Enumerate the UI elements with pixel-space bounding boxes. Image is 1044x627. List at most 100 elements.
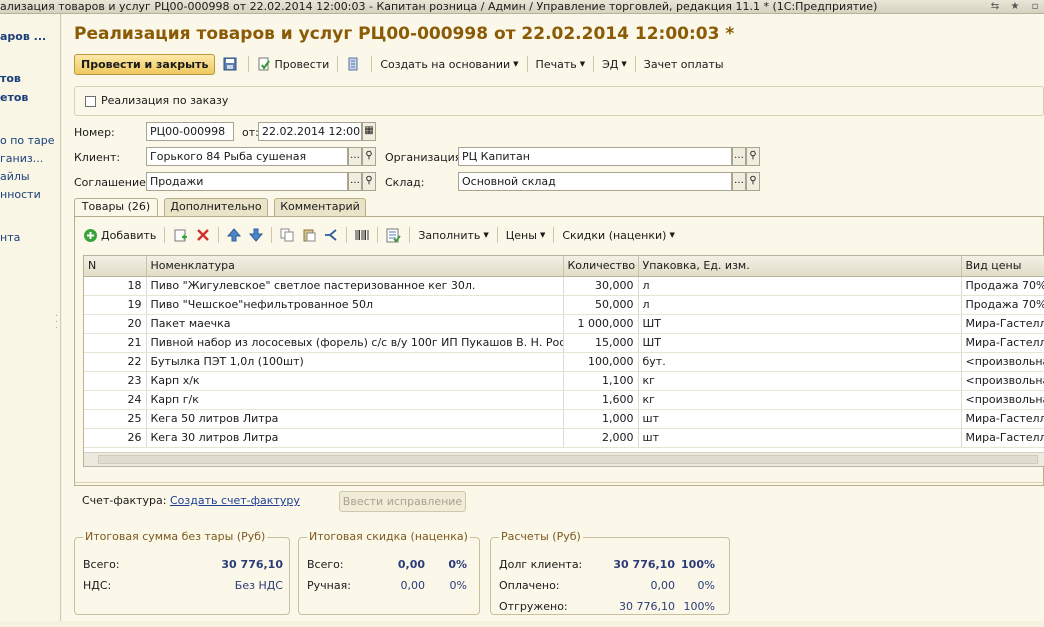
discount-total-percent: 0% — [448, 558, 467, 571]
horizontal-scrollbar[interactable] — [84, 452, 1044, 466]
column-header-unit[interactable]: Упаковка, Ед. изм. — [638, 256, 962, 277]
paste-button[interactable] — [302, 228, 316, 242]
by-order-checkbox[interactable] — [85, 96, 96, 107]
barcode-button[interactable] — [355, 228, 369, 242]
page-title: Реализация товаров и услуг РЦ00-000998 о… — [74, 24, 735, 44]
row-unit: кг — [638, 371, 962, 391]
sidebar-item-5[interactable]: айлы — [0, 170, 30, 183]
create-based-on-label: Создать на основании — [380, 57, 511, 71]
prices-button[interactable]: Цены ▼ — [506, 229, 546, 242]
row-quantity: 2,000 — [563, 428, 639, 448]
goods-panel: Добавить Заполнить ▼ Цены ▼ Скидки (наце… — [74, 216, 1044, 486]
client-debt-label: Долг клиента: — [499, 558, 583, 571]
fill-button[interactable]: Заполнить ▼ — [418, 229, 488, 242]
invoice-label: Счет-фактура: — [82, 494, 167, 507]
create-invoice-link[interactable]: Создать счет-фактуру — [170, 494, 300, 507]
arrow-down-icon — [249, 228, 264, 242]
star-icon[interactable]: ★ — [1006, 0, 1024, 13]
organization-select-button[interactable]: … — [732, 147, 746, 166]
tab-goods[interactable]: Товары (26) — [74, 198, 158, 217]
row-price-type: <произвольная — [961, 371, 1044, 391]
calendar-icon[interactable]: ▦ — [362, 122, 376, 141]
tab-comment[interactable]: Комментарий — [274, 198, 366, 216]
toolbar-separator — [409, 227, 411, 243]
toolbar-separator — [593, 56, 595, 72]
agreement-select-button[interactable]: … — [348, 172, 362, 191]
agreement-field[interactable]: Продажи — [146, 172, 348, 191]
sidebar-item-6[interactable]: нности — [0, 188, 41, 201]
move-up-button[interactable] — [227, 228, 242, 242]
table-row[interactable]: 24 Карп г/к 1,600 кг <произвольная — [84, 390, 1044, 410]
row-item: Бутылка ПЭТ 1,0л (100шт) — [146, 352, 564, 372]
column-header-price-type[interactable]: Вид цены — [961, 256, 1044, 277]
client-select-button[interactable]: … — [348, 147, 362, 166]
scrollbar-thumb[interactable] — [98, 455, 1038, 464]
manual-discount-value: 0,00 — [400, 579, 426, 592]
warehouse-select-button[interactable]: … — [732, 172, 746, 191]
table-row[interactable]: 25 Кега 50 литров Литра 1,000 шт Мира-Га… — [84, 409, 1044, 429]
create-based-on-button[interactable]: Создать на основании ▼ — [380, 58, 518, 71]
delete-icon — [197, 229, 210, 241]
row-number: 21 — [84, 333, 147, 353]
client-open-icon[interactable]: ⚲ — [362, 147, 376, 166]
organization-field[interactable]: РЦ Капитан — [458, 147, 732, 166]
table-row[interactable]: 20 Пакет маечка 1 000,000 ШТ Мира-Гастел… — [84, 314, 1044, 334]
column-header-item[interactable]: Номенклатура — [146, 256, 564, 277]
post-button[interactable]: Провести — [257, 57, 329, 71]
agreement-open-icon[interactable]: ⚲ — [362, 172, 376, 191]
selection-button[interactable] — [386, 228, 402, 243]
warehouse-open-icon[interactable]: ⚲ — [746, 172, 760, 191]
paid-label: Оплачено: — [499, 579, 560, 592]
favorites-icon[interactable]: ⇆ — [986, 0, 1004, 13]
number-field[interactable]: РЦ00-000998 — [146, 122, 234, 141]
row-item: Кега 30 литров Литра — [146, 428, 564, 448]
print-button[interactable]: Печать ▼ — [536, 58, 586, 71]
table-row[interactable]: 18 Пиво "Жигулевское" светлое пастеризов… — [84, 276, 1044, 296]
copy-row-button[interactable] — [173, 228, 188, 243]
number-label: Номер: — [74, 126, 115, 139]
sidebar-item-3[interactable]: о по таре — [0, 134, 55, 147]
row-number: 25 — [84, 409, 147, 429]
table-row[interactable]: 21 Пивной набор из лососевых (форель) с/… — [84, 333, 1044, 353]
row-item: Карп г/к — [146, 390, 564, 410]
sidebar-item-0[interactable]: аров ... — [0, 30, 46, 43]
copy-button[interactable] — [280, 228, 294, 242]
payment-offset-button[interactable]: Зачет оплаты — [644, 58, 724, 71]
toolbar-separator — [553, 227, 555, 243]
delete-row-button[interactable] — [196, 228, 210, 242]
table-row[interactable]: 19 Пиво "Чешское"нефильтрованное 50л 50,… — [84, 295, 1044, 315]
row-item: Карп х/к — [146, 371, 564, 391]
post-and-close-button[interactable]: Провести и закрыть — [74, 53, 216, 75]
save-button[interactable] — [223, 57, 240, 71]
row-quantity: 100,000 — [563, 352, 639, 372]
agreement-label: Соглашение: — [74, 176, 150, 189]
restore-icon[interactable]: ▫ — [1026, 0, 1044, 13]
warehouse-field[interactable]: Основной склад — [458, 172, 732, 191]
goods-table[interactable]: N Номенклатура Количество Упаковка, Ед. … — [83, 255, 1044, 467]
row-price-type: Мира-Гастелло — [961, 314, 1044, 334]
ed-button[interactable]: ЭД ▼ — [602, 58, 627, 71]
client-field[interactable]: Горького 84 Рыба сушеная — [146, 147, 348, 166]
enter-correction-button[interactable]: Ввести исправление — [339, 491, 466, 512]
structure-button[interactable] — [346, 57, 363, 71]
tab-additional[interactable]: Дополнительно — [164, 198, 268, 216]
sidebar-item-1[interactable]: тов — [0, 72, 21, 85]
organization-open-icon[interactable]: ⚲ — [746, 147, 760, 166]
sidebar-item-7[interactable]: нта — [0, 231, 20, 244]
date-field[interactable]: 22.02.2014 12:00:03 — [258, 122, 362, 141]
table-row[interactable]: 23 Карп х/к 1,100 кг <произвольная — [84, 371, 1044, 391]
selection-icon — [386, 228, 402, 242]
add-button[interactable]: Добавить — [83, 228, 156, 243]
column-header-n[interactable]: N — [84, 256, 147, 277]
table-row[interactable]: 22 Бутылка ПЭТ 1,0л (100шт) 100,000 бут.… — [84, 352, 1044, 372]
discounts-button[interactable]: Скидки (наценки) ▼ — [562, 229, 675, 242]
move-down-button[interactable] — [249, 228, 264, 242]
column-header-quantity[interactable]: Количество — [563, 256, 639, 277]
split-button[interactable] — [324, 228, 338, 242]
sidebar-item-2[interactable]: етов — [0, 91, 28, 104]
table-row[interactable]: 26 Кега 30 литров Литра 2,000 шт Мира-Га… — [84, 428, 1044, 448]
splitter-handle[interactable]: · · · — [55, 312, 58, 334]
manual-discount-label: Ручная: — [307, 579, 351, 592]
payments-title: Расчеты (Руб) — [499, 530, 583, 543]
sidebar-item-4[interactable]: ганиз... — [0, 152, 43, 165]
